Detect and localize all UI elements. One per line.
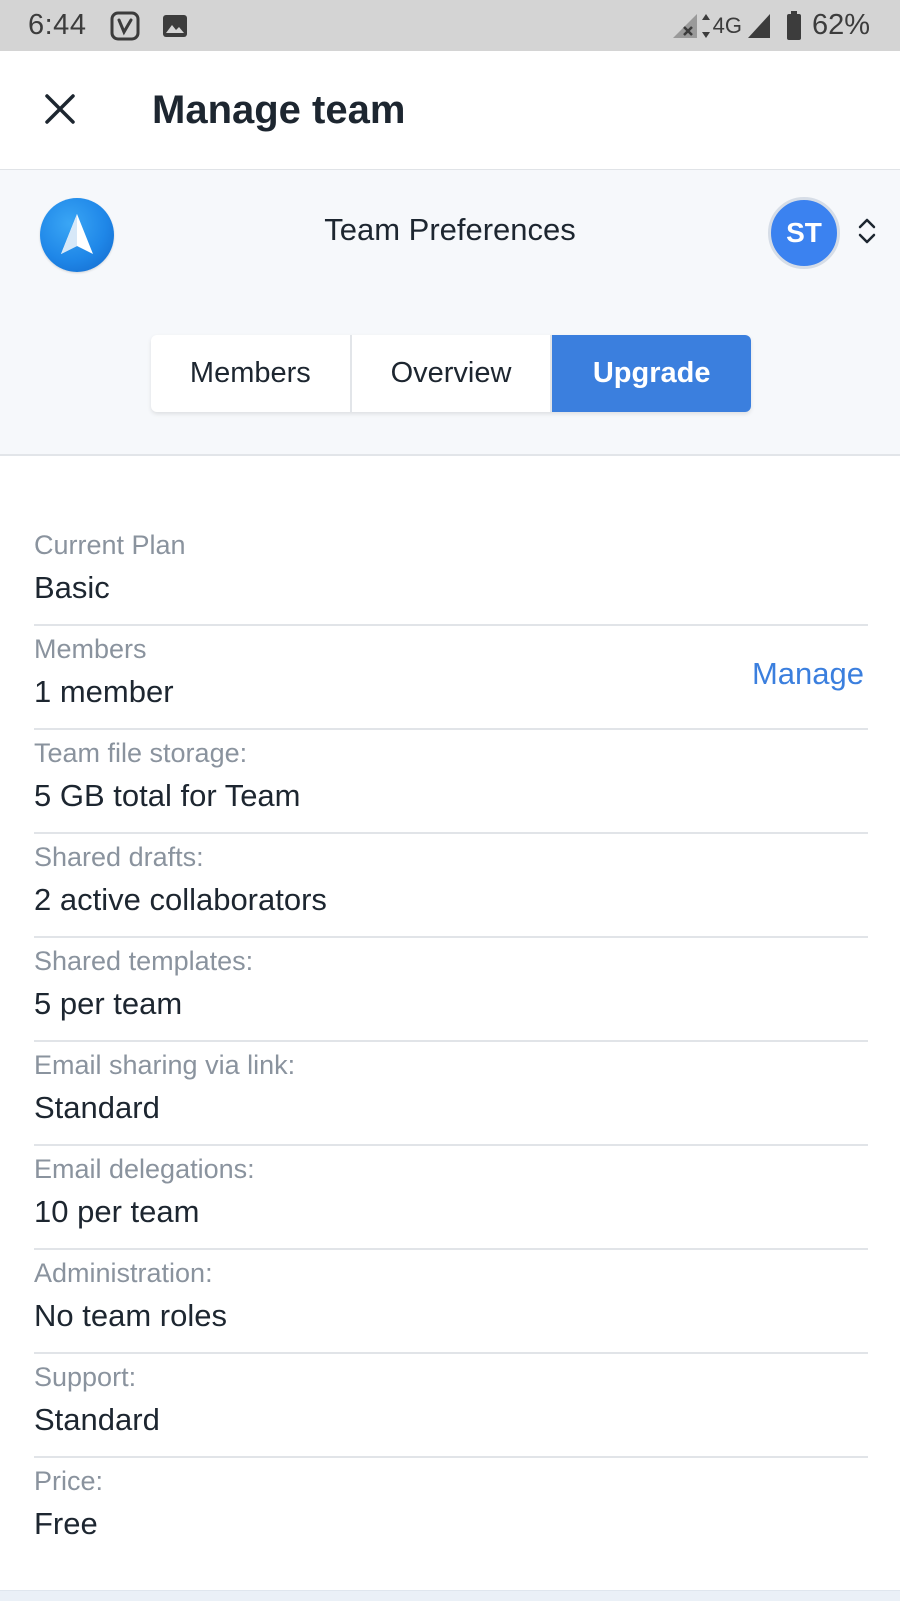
row-label: Price: [34, 1466, 104, 1496]
row-value: 5 per team [34, 986, 183, 1021]
manage-members-link[interactable]: Manage [752, 656, 864, 692]
plan-row-file-storage: Team file storage: 5 GB total for Team [34, 730, 868, 834]
signal-icon [746, 12, 772, 40]
battery-icon [786, 10, 802, 41]
row-label: Team file storage: [34, 738, 248, 768]
status-time: 6:44 [28, 9, 87, 41]
section-title: Team Preferences [324, 212, 576, 247]
battery-percent: 62% [811, 9, 870, 41]
tab-members[interactable]: Members [151, 335, 352, 412]
plan-row-email-delegations: Email delegations: 10 per team [34, 1146, 868, 1250]
data-arrows-icon [701, 12, 711, 40]
page-title: Manage team [152, 88, 406, 132]
row-value: 10 per team [34, 1194, 200, 1229]
plan-row-current-plan: Current Plan Basic [34, 528, 868, 626]
network-type: 4G [712, 12, 742, 38]
status-bar: 6:44 4G 62% [0, 0, 900, 51]
status-left: 6:44 [28, 9, 188, 42]
row-value: 1 member [34, 674, 174, 709]
row-label: Administration: [34, 1258, 213, 1288]
row-value: Free [34, 1506, 98, 1541]
plan-row-support: Support: Standard [34, 1354, 868, 1458]
row-value: 5 GB total for Team [34, 778, 301, 813]
row-label: Email sharing via link: [34, 1050, 296, 1080]
row-label: Shared drafts: [34, 842, 204, 872]
plan-row-shared-drafts: Shared drafts: 2 active collaborators [34, 834, 868, 938]
close-icon[interactable] [36, 85, 84, 133]
plan-row-price: Price: Free [34, 1458, 868, 1562]
row-value: Basic [34, 570, 110, 605]
row-label: Members [34, 634, 147, 664]
app-notification-icon [110, 11, 140, 41]
row-value: Standard [34, 1402, 160, 1437]
plan-row-members: Members 1 member Manage [34, 626, 868, 730]
row-value: No team roles [34, 1298, 227, 1333]
row-value: 2 active collaborators [34, 882, 327, 917]
plan-row-email-sharing: Email sharing via link: Standard [34, 1042, 868, 1146]
tab-overview[interactable]: Overview [352, 335, 553, 412]
row-label: Shared templates: [34, 946, 254, 976]
tab-upgrade[interactable]: Upgrade [552, 335, 751, 412]
chevron-up-down-icon[interactable] [855, 213, 879, 249]
avatar[interactable]: ST [768, 197, 840, 269]
signal-no-data-icon [671, 12, 701, 40]
row-label: Support: [34, 1362, 137, 1392]
status-right: 4G 62% [671, 9, 870, 42]
team-header: Team Preferences ST Members Overview Upg… [0, 170, 900, 456]
row-value: Standard [34, 1090, 160, 1125]
tab-bar: Members Overview Upgrade [151, 335, 751, 412]
plan-details-list: Current Plan Basic Members 1 member Mana… [34, 528, 868, 1562]
row-label: Email delegations: [34, 1154, 255, 1184]
row-label: Current Plan [34, 530, 186, 560]
plan-row-administration: Administration: No team roles [34, 1250, 868, 1354]
app-bar: Manage team [0, 51, 900, 170]
bottom-edge [0, 1590, 900, 1601]
image-notification-icon [162, 14, 188, 38]
plan-row-shared-templates: Shared templates: 5 per team [34, 938, 868, 1042]
